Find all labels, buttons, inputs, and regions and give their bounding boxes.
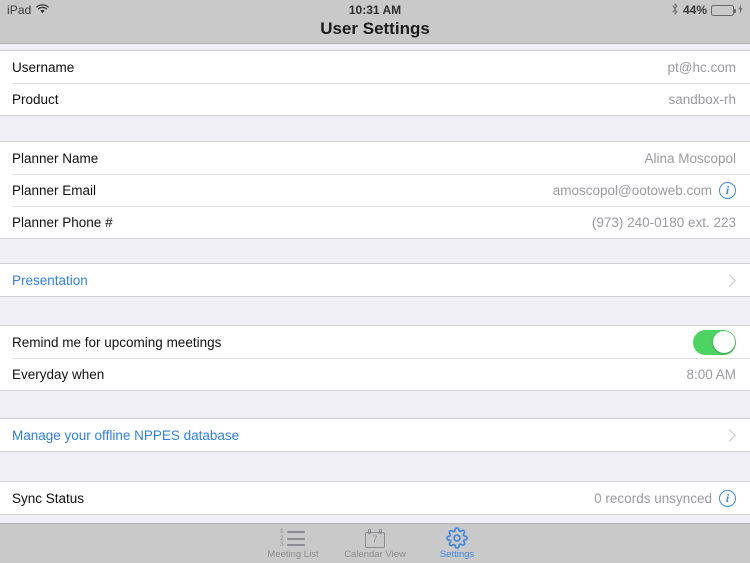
chevron-right-icon bbox=[723, 273, 736, 287]
section-gap bbox=[0, 297, 750, 325]
row-planner-name[interactable]: Planner Name Alina Moscopol bbox=[0, 142, 750, 174]
wifi-icon bbox=[36, 3, 50, 17]
settings-group-reminders: Remind me for upcoming meetings Everyday… bbox=[0, 325, 750, 391]
section-gap bbox=[0, 391, 750, 418]
calendar-icon: 7 bbox=[365, 527, 385, 549]
row-value: pt@hc.com bbox=[667, 59, 736, 75]
row-label: Presentation bbox=[12, 272, 88, 288]
row-label: Sync Status bbox=[12, 490, 85, 506]
tab-label: Calendar View bbox=[344, 549, 406, 560]
settings-group-nppes: Manage your offline NPPES database bbox=[0, 418, 750, 452]
tab-meeting-list[interactable]: 1 2 3 Meeting List bbox=[252, 524, 334, 563]
row-value: 0 records unsynced bbox=[594, 490, 712, 506]
row-label: Remind me for upcoming meetings bbox=[12, 334, 222, 350]
tab-settings[interactable]: Settings bbox=[416, 524, 498, 563]
remind-me-toggle[interactable] bbox=[693, 329, 736, 355]
navigation-bar: User Settings bbox=[0, 20, 750, 44]
row-username[interactable]: Username pt@hc.com bbox=[0, 51, 750, 83]
page-title: User Settings bbox=[320, 19, 430, 38]
charging-bolt-icon bbox=[738, 3, 743, 17]
battery-icon bbox=[711, 4, 736, 16]
settings-group-planner: Planner Name Alina Moscopol Planner Emai… bbox=[0, 141, 750, 239]
row-value: amoscopol@ootoweb.com bbox=[552, 182, 712, 198]
row-label: Everyday when bbox=[12, 366, 105, 382]
numbered-list-icon: 1 2 3 bbox=[280, 527, 306, 549]
section-gap bbox=[0, 239, 750, 263]
settings-group-account: Username pt@hc.com Product sandbox-rh bbox=[0, 50, 750, 116]
row-presentation[interactable]: Presentation bbox=[0, 264, 750, 296]
section-gap bbox=[0, 452, 750, 481]
row-value: Alina Moscopol bbox=[644, 150, 736, 166]
settings-content: Username pt@hc.com Product sandbox-rh Pl… bbox=[0, 44, 750, 515]
row-manage-nppes[interactable]: Manage your offline NPPES database bbox=[0, 419, 750, 451]
row-value: 8:00 AM bbox=[686, 366, 736, 382]
info-icon[interactable]: i bbox=[719, 489, 736, 507]
row-value: (973) 240-0180 ext. 223 bbox=[591, 214, 736, 230]
tab-calendar-view[interactable]: 7 Calendar View bbox=[334, 524, 416, 563]
device-name: iPad bbox=[7, 3, 32, 17]
status-bar-time: 10:31 AM bbox=[348, 3, 402, 17]
section-gap bbox=[0, 116, 750, 141]
row-everyday-when[interactable]: Everyday when 8:00 AM bbox=[0, 358, 750, 390]
bluetooth-icon bbox=[671, 2, 679, 18]
tab-bar: 1 2 3 Meeting List 7 Calendar View Setti… bbox=[0, 523, 750, 563]
settings-group-sync: Sync Status 0 records unsynced i bbox=[0, 481, 750, 515]
status-bar-left: iPad bbox=[7, 3, 50, 17]
chevron-right-icon bbox=[723, 428, 736, 442]
row-planner-email[interactable]: Planner Email amoscopol@ootoweb.com i bbox=[0, 174, 750, 206]
info-icon[interactable]: i bbox=[719, 181, 736, 199]
row-label: Manage your offline NPPES database bbox=[12, 427, 240, 443]
tab-label: Meeting List bbox=[267, 549, 319, 560]
status-bar: iPad 10:31 AM 44% bbox=[0, 0, 750, 20]
row-label: Username bbox=[12, 59, 75, 75]
row-label: Planner Email bbox=[12, 182, 97, 198]
calendar-day: 7 bbox=[372, 534, 378, 544]
gear-icon bbox=[446, 527, 468, 549]
row-remind-me[interactable]: Remind me for upcoming meetings bbox=[0, 326, 750, 358]
row-planner-phone[interactable]: Planner Phone # (973) 240-0180 ext. 223 bbox=[0, 206, 750, 238]
row-label: Planner Name bbox=[12, 150, 99, 166]
tab-label: Settings bbox=[439, 549, 475, 560]
row-product[interactable]: Product sandbox-rh bbox=[0, 83, 750, 115]
row-label: Planner Phone # bbox=[12, 214, 113, 230]
battery-percent: 44% bbox=[682, 3, 707, 17]
toggle-knob bbox=[712, 331, 735, 353]
settings-group-presentation: Presentation bbox=[0, 263, 750, 297]
status-bar-right: 44% bbox=[671, 2, 743, 18]
ipad-settings-screen: iPad 10:31 AM 44% User Settings Username… bbox=[0, 0, 750, 563]
row-value: sandbox-rh bbox=[668, 91, 736, 107]
row-label: Product bbox=[12, 91, 59, 107]
row-sync-status[interactable]: Sync Status 0 records unsynced i bbox=[0, 482, 750, 514]
